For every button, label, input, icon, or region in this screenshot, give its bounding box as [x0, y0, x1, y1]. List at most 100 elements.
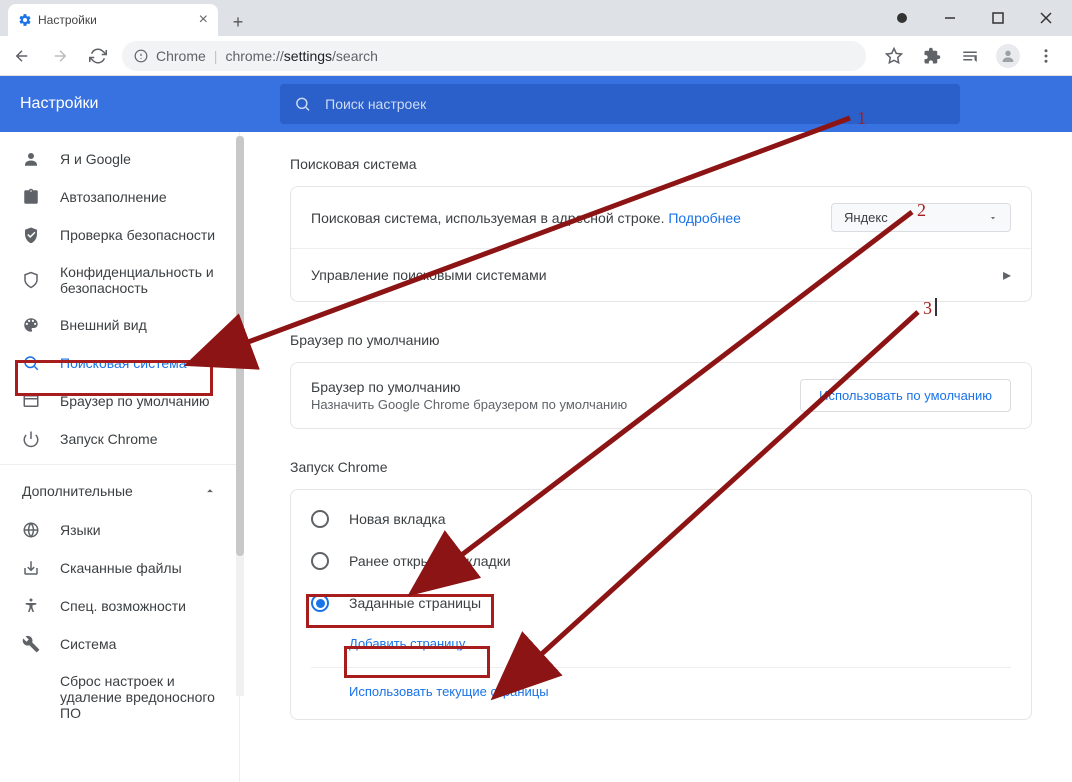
toolbar-right-icons	[876, 44, 1064, 68]
reload-button[interactable]	[84, 42, 112, 70]
settings-search-box[interactable]	[280, 84, 960, 124]
window-controls	[876, 0, 1072, 36]
clipboard-icon	[22, 188, 40, 206]
sidebar-item-label: Проверка безопасности	[60, 227, 215, 243]
close-window-button[interactable]	[1032, 4, 1060, 32]
sidebar-item-label: Спец. возможности	[60, 598, 186, 614]
person-icon	[22, 150, 40, 168]
default-browser-card: Браузер по умолчанию Назначить Google Ch…	[290, 362, 1032, 429]
sidebar-item-label: Конфиденциальность и безопасность	[60, 264, 217, 296]
globe-icon	[22, 521, 40, 539]
radio-label: Заданные страницы	[349, 595, 481, 611]
section-title-startup: Запуск Chrome	[290, 459, 1032, 475]
sidebar-item-search-engine[interactable]: Поисковая система	[0, 344, 239, 382]
power-icon	[22, 430, 40, 448]
sidebar-scrollbar-thumb[interactable]	[236, 136, 244, 556]
sidebar-item-default-browser[interactable]: Браузер по умолчанию	[0, 382, 239, 420]
default-browser-texts: Браузер по умолчанию Назначить Google Ch…	[311, 379, 627, 412]
sidebar-item-label: Внешний вид	[60, 317, 147, 333]
new-tab-button[interactable]: +	[224, 8, 252, 36]
settings-header: Настройки	[0, 76, 1072, 132]
add-page-link[interactable]: Добавить страницу	[291, 624, 1031, 663]
extensions-icon[interactable]	[920, 44, 944, 68]
sidebar-item-label: Поисковая система	[60, 355, 187, 371]
sidebar-item-autofill[interactable]: Автозаполнение	[0, 178, 239, 216]
radio-icon	[311, 552, 329, 570]
manage-search-engines-text: Управление поисковыми системами	[311, 267, 547, 283]
address-bar[interactable]: Chrome | chrome://settings/search	[122, 41, 866, 71]
sidebar-item-label: Языки	[60, 522, 101, 538]
sidebar-item-security-check[interactable]: Проверка безопасности	[0, 216, 239, 254]
sidebar-item-label: Браузер по умолчанию	[60, 393, 210, 409]
sidebar-item-downloads[interactable]: Скачанные файлы	[0, 549, 239, 587]
sidebar-item-accessibility[interactable]: Спец. возможности	[0, 587, 239, 625]
main-content: Поисковая система Поисковая система, исп…	[240, 132, 1072, 782]
radio-label: Новая вкладка	[349, 511, 446, 527]
sidebar-item-you-and-google[interactable]: Я и Google	[0, 140, 239, 178]
sidebar-item-reset[interactable]: Сброс настроек и удаление вредоносного П…	[0, 663, 239, 731]
minimize-button[interactable]	[936, 4, 964, 32]
window-icon	[22, 392, 40, 410]
sidebar-item-label: Скачанные файлы	[60, 560, 182, 576]
accessibility-icon	[22, 597, 40, 615]
search-icon	[294, 95, 311, 113]
startup-option-new-tab[interactable]: Новая вкладка	[291, 498, 1031, 540]
startup-option-continue[interactable]: Ранее открытые вкладки	[291, 540, 1031, 582]
radio-checked-icon	[311, 594, 329, 612]
sidebar-item-label: Сброс настроек и удаление вредоносного П…	[60, 673, 217, 721]
bookmark-star-icon[interactable]	[882, 44, 906, 68]
reading-list-icon[interactable]	[958, 44, 982, 68]
chevron-down-icon	[988, 213, 998, 223]
url-text: chrome://settings/search	[225, 48, 378, 64]
radio-icon	[311, 510, 329, 528]
default-browser-sub: Назначить Google Chrome браузером по умо…	[311, 397, 627, 412]
sidebar-item-system[interactable]: Система	[0, 625, 239, 663]
search-engine-dropdown[interactable]: Яндекс	[831, 203, 1011, 232]
menu-dots-icon[interactable]	[1034, 44, 1058, 68]
use-current-pages-link[interactable]: Использовать текущие страницы	[291, 672, 1031, 711]
search-engine-card: Поисковая система, используемая в адресн…	[290, 186, 1032, 302]
shield-icon	[22, 271, 40, 289]
search-engine-row: Поисковая система, используемая в адресн…	[291, 187, 1031, 248]
sidebar-item-label: Я и Google	[60, 151, 131, 167]
content: Я и Google Автозаполнение Проверка безоп…	[0, 132, 1072, 782]
text-cursor	[935, 298, 937, 316]
site-info-icon	[134, 49, 148, 63]
search-engine-text: Поисковая система, используемая в адресн…	[311, 210, 741, 226]
sidebar-advanced-label: Дополнительные	[22, 483, 133, 499]
sidebar-divider	[0, 464, 239, 465]
sidebar-item-privacy[interactable]: Конфиденциальность и безопасность	[0, 254, 239, 306]
startup-option-specific-pages[interactable]: Заданные страницы	[291, 582, 1031, 624]
default-browser-row: Браузер по умолчанию Назначить Google Ch…	[291, 363, 1031, 428]
sidebar-item-startup[interactable]: Запуск Chrome	[0, 420, 239, 458]
sidebar-advanced-toggle[interactable]: Дополнительные	[0, 471, 239, 511]
incognito-icon[interactable]	[888, 4, 916, 32]
sidebar: Я и Google Автозаполнение Проверка безоп…	[0, 132, 240, 782]
browser-chrome: Настройки × + Chrome | chrome://settings…	[0, 0, 1072, 76]
shield-check-icon	[22, 226, 40, 244]
startup-card: Новая вкладка Ранее открытые вкладки Зад…	[290, 489, 1032, 720]
chevron-up-icon	[203, 484, 217, 498]
learn-more-link[interactable]: Подробнее	[668, 210, 741, 226]
maximize-button[interactable]	[984, 4, 1012, 32]
download-icon	[22, 559, 40, 577]
palette-icon	[22, 316, 40, 334]
sidebar-item-appearance[interactable]: Внешний вид	[0, 306, 239, 344]
browser-tab[interactable]: Настройки ×	[8, 4, 218, 36]
sidebar-item-label: Система	[60, 636, 116, 652]
sidebar-item-languages[interactable]: Языки	[0, 511, 239, 549]
settings-search-input[interactable]	[325, 96, 946, 112]
forward-button[interactable]	[46, 42, 74, 70]
close-tab-icon[interactable]: ×	[199, 11, 208, 29]
section-title-default-browser: Браузер по умолчанию	[290, 332, 1032, 348]
toolbar: Chrome | chrome://settings/search	[0, 36, 1072, 76]
tab-title: Настройки	[38, 13, 193, 27]
section-title-search: Поисковая система	[290, 156, 1032, 172]
separator	[311, 667, 1011, 668]
settings-title: Настройки	[20, 95, 280, 113]
profile-avatar[interactable]	[996, 44, 1020, 68]
set-default-button[interactable]: Использовать по умолчанию	[800, 379, 1011, 412]
manage-search-engines-row[interactable]: Управление поисковыми системами ▸	[291, 248, 1031, 301]
default-browser-title: Браузер по умолчанию	[311, 379, 627, 395]
back-button[interactable]	[8, 42, 36, 70]
